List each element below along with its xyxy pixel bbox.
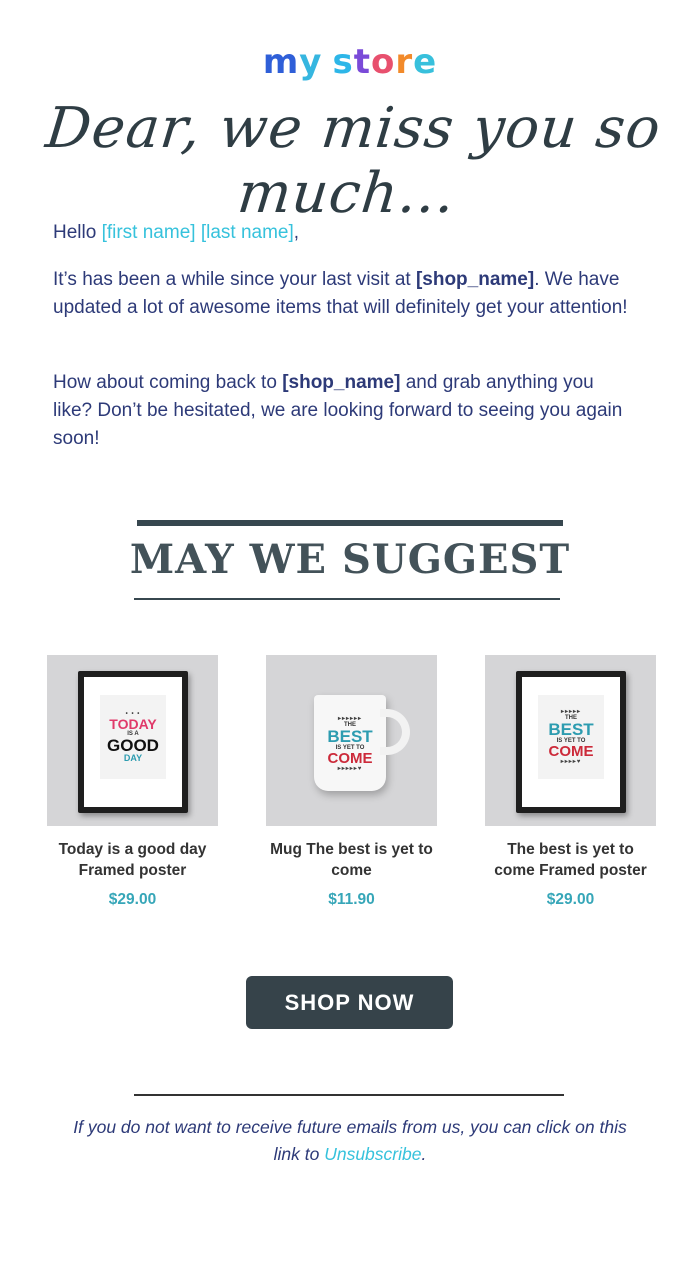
name-token: [first name] [last name] xyxy=(101,222,294,243)
poster-art: ▸▸▸▸▸ THE BEST IS YET TO COME ▸▸▸▸♥ xyxy=(538,695,604,779)
store-logo[interactable]: my store xyxy=(0,40,700,84)
product-card[interactable]: ▸▸▸▸▸ THE BEST IS YET TO COME ▸▸▸▸♥ The … xyxy=(485,655,656,909)
product-name[interactable]: Mug The best is yet to come xyxy=(266,839,437,881)
logo-letter: s xyxy=(332,42,354,82)
poster-line: DAY xyxy=(123,753,143,763)
paragraph-text: It’s has been a while since your last vi… xyxy=(53,269,416,290)
product-card[interactable]: ▸▸▸▸▸▸ THE BEST IS YET TO COME ▸▸▸▸▸♥ Mu… xyxy=(266,655,437,909)
mug-line: BEST xyxy=(327,727,373,746)
greeting-prefix: Hello xyxy=(53,222,102,243)
framed-poster: • • • TODAY IS A GOOD DAY xyxy=(78,671,188,813)
arrows-decoration: ▸▸▸▸♥ xyxy=(560,759,582,765)
poster-line: BEST xyxy=(548,720,594,739)
mug-line: COME xyxy=(327,750,373,767)
footer-end: . xyxy=(421,1144,427,1164)
mug-art: ▸▸▸▸▸▸ THE BEST IS YET TO COME ▸▸▸▸▸♥ xyxy=(320,709,380,779)
greeting: Hello [first name] [last name], xyxy=(53,219,633,247)
divider-footer xyxy=(134,1094,564,1096)
product-card[interactable]: • • • TODAY IS A GOOD DAY Today is a goo… xyxy=(47,655,218,909)
footer-note: If you do not want to receive future ema… xyxy=(60,1114,640,1168)
paragraph-come-back: How about coming back to [shop_name] and… xyxy=(53,369,633,453)
product-price: $11.90 xyxy=(328,891,375,908)
shop-now-button[interactable]: SHOP NOW xyxy=(246,976,453,1029)
poster-line: GOOD xyxy=(107,736,159,755)
logo-letter: e xyxy=(413,42,438,82)
product-price: $29.00 xyxy=(108,891,157,908)
product-image[interactable]: ▸▸▸▸▸ THE BEST IS YET TO COME ▸▸▸▸♥ xyxy=(485,655,656,826)
product-name[interactable]: The best is yet to come Framed poster xyxy=(485,839,656,881)
poster-line: COME xyxy=(548,743,594,760)
logo-letter: y xyxy=(299,42,323,82)
product-name[interactable]: Today is a good day Framed poster xyxy=(47,839,218,881)
logo-letter: r xyxy=(395,42,414,82)
logo-letter: t xyxy=(353,42,371,82)
mug: ▸▸▸▸▸▸ THE BEST IS YET TO COME ▸▸▸▸▸♥ xyxy=(314,695,410,791)
suggest-heading: MAY WE SUGGEST xyxy=(129,536,571,583)
shop-name-token: [shop_name] xyxy=(282,372,401,393)
logo-letter: o xyxy=(370,42,396,82)
greeting-suffix: , xyxy=(293,222,300,243)
poster-line: TODAY xyxy=(109,716,157,732)
product-image[interactable]: • • • TODAY IS A GOOD DAY xyxy=(47,655,218,826)
headline: Dear, we miss you so much... xyxy=(42,96,665,226)
shop-name-token: [shop_name] xyxy=(415,269,535,290)
paragraph-visit: It’s has been a while since your last vi… xyxy=(53,266,633,322)
divider-top xyxy=(137,520,563,526)
mug-handle xyxy=(380,709,410,755)
divider-bottom xyxy=(134,598,560,600)
paragraph-text: How about coming back to xyxy=(53,372,283,393)
poster-art: • • • TODAY IS A GOOD DAY xyxy=(100,695,166,779)
product-image[interactable]: ▸▸▸▸▸▸ THE BEST IS YET TO COME ▸▸▸▸▸♥ xyxy=(266,655,437,826)
arrows-decoration: ▸▸▸▸▸♥ xyxy=(337,766,363,772)
logo-letter: m xyxy=(262,42,300,82)
product-price: $29.00 xyxy=(546,891,595,908)
unsubscribe-link[interactable]: Unsubscribe xyxy=(324,1144,421,1164)
framed-poster: ▸▸▸▸▸ THE BEST IS YET TO COME ▸▸▸▸♥ xyxy=(516,671,626,813)
